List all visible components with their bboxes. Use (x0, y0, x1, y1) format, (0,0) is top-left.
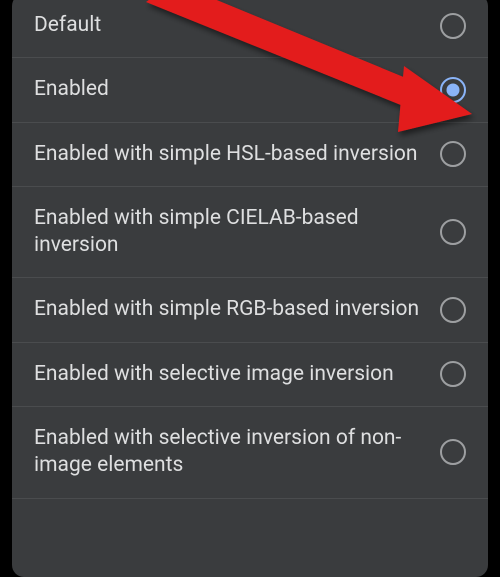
option-rgb-inversion[interactable]: Enabled with simple RGB-based inversion (12, 278, 488, 342)
option-label: Enabled with simple HSL-based inversion (34, 141, 440, 168)
option-label: Enabled (34, 76, 440, 103)
radio-icon (440, 141, 466, 167)
options-dialog: Default Enabled Enabled with simple HSL-… (12, 0, 488, 577)
radio-icon (440, 297, 466, 323)
option-hsl-inversion[interactable]: Enabled with simple HSL-based inversion (12, 123, 488, 187)
option-label: Enabled with simple CIELAB-based inversi… (34, 205, 440, 260)
option-label: Enabled with simple RGB-based inversion (34, 296, 440, 323)
option-cielab-inversion[interactable]: Enabled with simple CIELAB-based inversi… (12, 187, 488, 279)
radio-icon (440, 219, 466, 245)
option-label: Default (34, 12, 440, 39)
option-enabled[interactable]: Enabled (12, 58, 488, 122)
option-label: Enabled with selective image inversion (34, 361, 440, 388)
option-selective-image-inversion[interactable]: Enabled with selective image inversion (12, 343, 488, 407)
radio-icon (440, 361, 466, 387)
option-default[interactable]: Default (12, 0, 488, 58)
radio-icon (440, 13, 466, 39)
radio-icon (440, 77, 466, 103)
option-label: Enabled with selective inversion of non-… (34, 425, 440, 480)
radio-icon (440, 439, 466, 465)
option-selective-nonimage-inversion[interactable]: Enabled with selective inversion of non-… (12, 407, 488, 499)
